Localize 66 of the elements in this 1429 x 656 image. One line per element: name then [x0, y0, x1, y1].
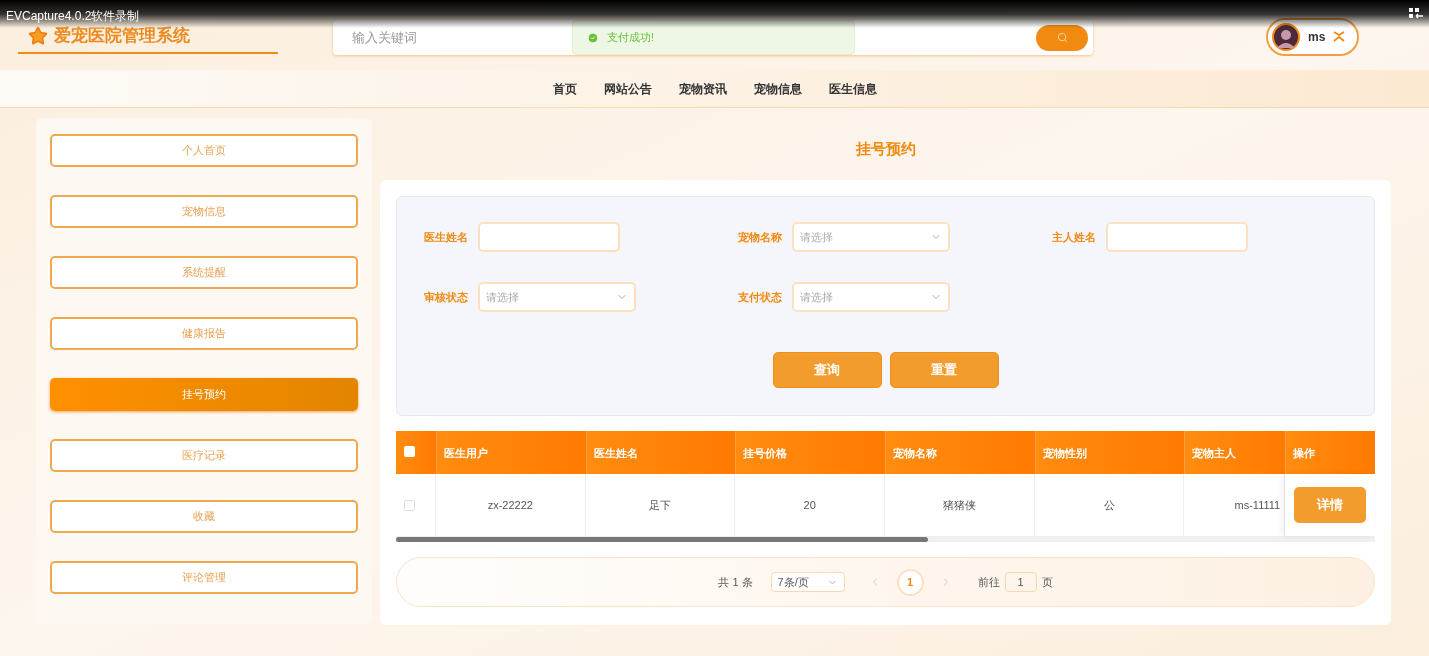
success-icon [587, 31, 599, 44]
avatar [1272, 23, 1300, 51]
text-field[interactable] [1106, 222, 1248, 252]
table-cell-text: ms-11111 [1234, 497, 1281, 513]
select-placeholder: 请选择 [800, 229, 833, 245]
sidebar-item[interactable]: 收藏 [50, 500, 358, 533]
collapse-icon[interactable] [1333, 31, 1346, 43]
scrollbar[interactable] [396, 537, 928, 542]
logo[interactable]: 爱宠医院管理系统 [18, 26, 278, 54]
filter-label: 审核状态 [424, 289, 468, 305]
select-field[interactable]: 请选择 [792, 282, 950, 312]
checkbox[interactable] [404, 446, 415, 457]
select-placeholder: 请选择 [800, 289, 833, 305]
filter-label: 支付状态 [738, 289, 782, 305]
table-cell-text: 足下 [648, 497, 671, 513]
column-header: 医生用户 [435, 431, 586, 474]
nav-link[interactable]: 首页 [552, 79, 577, 98]
page-title: 挂号预约 [855, 138, 916, 159]
nav-link[interactable]: 医生信息 [828, 79, 877, 98]
table-cell-text: 猪猪侠 [942, 497, 976, 513]
column-header: 宠物主人 [1184, 431, 1286, 474]
table-cell-text: zx-22222 [487, 497, 533, 513]
page-input[interactable]: 1 [1004, 572, 1037, 592]
page-size-select[interactable]: 7条/页 [770, 572, 845, 592]
user-name: ms [1308, 29, 1326, 46]
column-header: 宠物性别 [1034, 431, 1185, 474]
nav-link[interactable]: 宠物信息 [753, 79, 802, 98]
sidebar-item[interactable]: 医疗记录 [50, 439, 358, 472]
filter-label: 宠物名称 [738, 229, 782, 245]
user-menu[interactable]: ms [1266, 18, 1359, 56]
page-suffix: 页 [1041, 574, 1053, 590]
filter-label: 主人姓名 [1052, 229, 1096, 245]
column-header: 操作 [1285, 431, 1375, 474]
sidebar-item[interactable]: 挂号预约 [50, 378, 358, 411]
table-cell-text: 公 [1103, 497, 1115, 513]
star-icon [28, 26, 48, 46]
sidebar-item[interactable]: 评论管理 [50, 561, 358, 594]
detail-button[interactable]: 详情 [1294, 487, 1367, 523]
page-number[interactable]: 1 [896, 568, 924, 596]
action-button[interactable]: 查询 [772, 352, 882, 388]
select-field[interactable]: 请选择 [478, 282, 636, 312]
sidebar-item[interactable]: 宠物信息 [50, 195, 358, 228]
column-header: 宠物名称 [885, 431, 1035, 474]
select-field[interactable]: 请选择 [792, 222, 950, 252]
filter-label: 医生姓名 [424, 229, 468, 245]
toast-text: 支付成功! [607, 30, 655, 46]
select-placeholder: 请选择 [486, 289, 519, 305]
grid-icon[interactable] [1409, 8, 1423, 20]
page-size-value: 7条/页 [777, 574, 809, 590]
nav-link[interactable]: 网站公告 [603, 79, 652, 98]
column-header: 医生姓名 [585, 431, 736, 474]
search-icon [1056, 32, 1068, 43]
nav-link[interactable]: 宠物资讯 [678, 79, 727, 98]
logo-text: 爱宠医院管理系统 [54, 26, 190, 46]
recorder-title: EVCapture4.0.2软件录制 [6, 10, 140, 22]
sidebar-item[interactable]: 系统提醒 [50, 256, 358, 289]
action-button[interactable]: 重置 [889, 352, 999, 388]
column-header: 挂号价格 [735, 431, 885, 474]
sidebar-item[interactable]: 个人首页 [50, 134, 358, 167]
search-button[interactable] [1036, 24, 1088, 51]
checkbox[interactable] [404, 500, 415, 511]
goto-label: 前往 [977, 574, 1000, 590]
text-field[interactable] [478, 222, 620, 252]
sidebar-item[interactable]: 健康报告 [50, 317, 358, 350]
total-count: 共 1 条 [718, 574, 753, 590]
table-cell-text: 20 [803, 497, 816, 513]
